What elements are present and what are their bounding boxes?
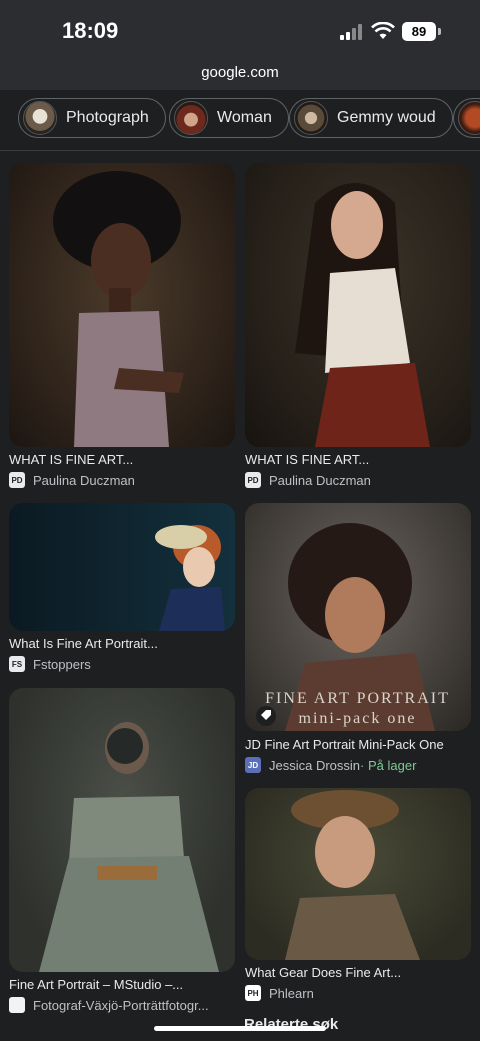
image-overlay-subtitle: mini-pack one bbox=[298, 710, 417, 727]
result-caption-1[interactable]: WHAT IS FINE ART... bbox=[9, 452, 133, 467]
result-caption-4[interactable]: JD Fine Art Portrait Mini-Pack One bbox=[245, 737, 444, 752]
source-name: Phlearn bbox=[269, 985, 314, 1001]
chip-thumbnail bbox=[294, 101, 328, 135]
chip-photograph[interactable]: Photograph bbox=[18, 98, 166, 138]
battery-tip bbox=[438, 28, 441, 35]
result-image-6[interactable] bbox=[245, 788, 471, 960]
result-image-2[interactable] bbox=[245, 163, 471, 447]
source-name: Fotograf-Växjö-Porträttfotogr... bbox=[33, 997, 209, 1013]
favicon-icon: PD bbox=[245, 472, 261, 488]
cellular-signal-icon bbox=[340, 24, 366, 40]
favicon-icon: FS bbox=[9, 656, 25, 672]
battery-icon: 89 bbox=[402, 22, 436, 41]
result-image-3[interactable] bbox=[9, 503, 235, 631]
result-source-5[interactable]: Fotograf-Växjö-Porträttfotogr... bbox=[9, 997, 209, 1013]
home-indicator[interactable] bbox=[154, 1026, 326, 1031]
image-overlay-title: FINE ART PORTRAIT bbox=[265, 690, 450, 707]
result-image-1[interactable] bbox=[9, 163, 235, 447]
favicon-icon bbox=[9, 997, 25, 1013]
chip-label: Gemmy woud bbox=[337, 109, 436, 126]
result-source-3[interactable]: FS Fstoppers bbox=[9, 656, 91, 672]
result-caption-2[interactable]: WHAT IS FINE ART... bbox=[245, 452, 369, 467]
chip-woman[interactable]: Woman bbox=[169, 98, 289, 138]
suggestion-chips: Photograph Woman Gemmy woud bbox=[0, 90, 480, 151]
source-name: Paulina Duczman bbox=[33, 472, 135, 488]
result-source-2[interactable]: PD Paulina Duczman bbox=[245, 472, 371, 488]
result-source-6[interactable]: PH Phlearn bbox=[245, 985, 314, 1001]
chip-thumbnail bbox=[174, 101, 208, 135]
favicon-icon: PD bbox=[9, 472, 25, 488]
price-tag-icon bbox=[256, 706, 276, 726]
chip-gemmy-woud[interactable]: Gemmy woud bbox=[289, 98, 453, 138]
result-source-1[interactable]: PD Paulina Duczman bbox=[9, 472, 135, 488]
source-name: Jessica Drossin bbox=[269, 757, 361, 773]
result-caption-5[interactable]: Fine Art Portrait – MStudio –... bbox=[9, 977, 183, 992]
chip-more[interactable] bbox=[453, 98, 480, 138]
chip-label: Photograph bbox=[66, 109, 149, 126]
source-name: Paulina Duczman bbox=[269, 472, 371, 488]
result-caption-3[interactable]: What Is Fine Art Portrait... bbox=[9, 636, 158, 651]
result-source-4[interactable]: JD Jessica Drossin · På lager bbox=[245, 757, 416, 773]
favicon-icon: JD bbox=[245, 757, 261, 773]
favicon-icon: PH bbox=[245, 985, 261, 1001]
address-bar[interactable]: google.com bbox=[0, 56, 480, 90]
chip-label: Woman bbox=[217, 109, 272, 126]
clock: 18:09 bbox=[62, 18, 119, 43]
source-name: Fstoppers bbox=[33, 656, 91, 672]
result-caption-6[interactable]: What Gear Does Fine Art... bbox=[245, 965, 401, 980]
status-bar: 18:09 89 bbox=[0, 0, 480, 56]
result-image-5[interactable] bbox=[9, 688, 235, 972]
chip-thumbnail bbox=[23, 101, 57, 135]
availability-label: · På lager bbox=[360, 757, 417, 773]
wifi-icon bbox=[371, 22, 395, 39]
chip-thumbnail bbox=[458, 101, 480, 135]
url-text: google.com bbox=[201, 64, 279, 81]
